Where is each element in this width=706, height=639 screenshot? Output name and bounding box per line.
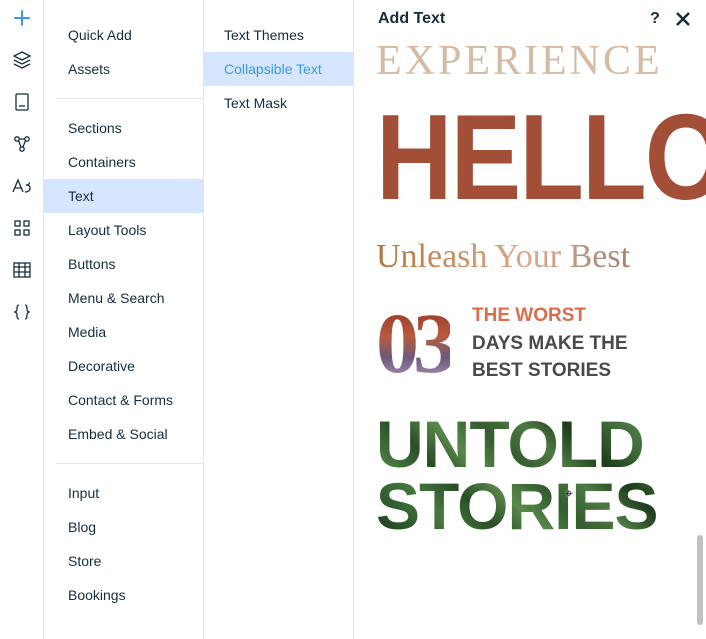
sub-collapsible-text[interactable]: Collapsible Text — [204, 52, 353, 86]
cat-embed-social[interactable]: Embed & Social — [44, 417, 203, 451]
cat-media[interactable]: Media — [44, 315, 203, 349]
cat-layout-tools[interactable]: Layout Tools — [44, 213, 203, 247]
divider — [56, 98, 203, 99]
text-sample-unleash[interactable]: Unleash Your Best — [376, 240, 684, 274]
cat-buttons[interactable]: Buttons — [44, 247, 203, 281]
cat-contact-forms[interactable]: Contact & Forms — [44, 383, 203, 417]
worst-lines: THE WORST DAYS MAKE THE BEST STORIES — [472, 302, 628, 385]
untold-line-1: UNTOLD — [376, 413, 684, 475]
worst-line-2: DAYS MAKE THE — [472, 330, 628, 358]
panel-title: Add Text — [378, 10, 445, 28]
worst-number: 03 — [376, 309, 450, 378]
plus-icon[interactable] — [12, 8, 32, 28]
worst-line-1: THE WORST — [472, 302, 628, 330]
category-list: Quick Add Assets Sections Containers Tex… — [44, 0, 204, 639]
cat-bookings[interactable]: Bookings — [44, 578, 203, 612]
page-icon[interactable] — [12, 92, 32, 112]
cat-text[interactable]: Text — [44, 179, 203, 213]
braces-icon[interactable] — [12, 302, 32, 322]
sub-text-themes[interactable]: Text Themes — [204, 18, 353, 52]
divider — [56, 463, 203, 464]
main-panel: Add Text ? EXPERIENCE HELLO Unleash Your… — [354, 0, 706, 639]
cat-quick-add[interactable]: Quick Add — [44, 18, 203, 52]
cat-store[interactable]: Store — [44, 544, 203, 578]
close-icon[interactable] — [674, 10, 692, 28]
cat-blog[interactable]: Blog — [44, 510, 203, 544]
untold-line-2: STORIES — [376, 475, 684, 537]
cat-decorative[interactable]: Decorative — [44, 349, 203, 383]
text-sample-worst[interactable]: 03 THE WORST DAYS MAKE THE BEST STORIES — [376, 302, 684, 385]
cat-containers[interactable]: Containers — [44, 145, 203, 179]
worst-line-3: BEST STORIES — [472, 357, 628, 385]
cat-input[interactable]: Input — [44, 476, 203, 510]
subcategory-list: Text Themes Collapsible Text Text Mask — [204, 0, 354, 639]
help-icon[interactable]: ? — [646, 10, 664, 28]
main-header: Add Text ? — [354, 0, 706, 36]
text-sample-hello[interactable]: HELLO — [376, 106, 684, 210]
cat-assets[interactable]: Assets — [44, 52, 203, 86]
text-sample-experience[interactable]: EXPERIENCE — [376, 40, 684, 82]
sub-text-mask[interactable]: Text Mask — [204, 86, 353, 120]
cat-menu-search[interactable]: Menu & Search — [44, 281, 203, 315]
text-sample-untold[interactable]: UNTOLD STORIES — [376, 413, 684, 537]
grid-apps-icon[interactable] — [12, 218, 32, 238]
cat-sections[interactable]: Sections — [44, 111, 203, 145]
typography-icon[interactable] — [12, 176, 32, 196]
preview-area[interactable]: EXPERIENCE HELLO Unleash Your Best 03 TH… — [354, 36, 706, 639]
table-icon[interactable] — [12, 260, 32, 280]
layers-icon[interactable] — [12, 50, 32, 70]
nodes-icon[interactable] — [12, 134, 32, 154]
scrollbar-thumb[interactable] — [697, 535, 703, 625]
icon-rail — [0, 0, 44, 639]
